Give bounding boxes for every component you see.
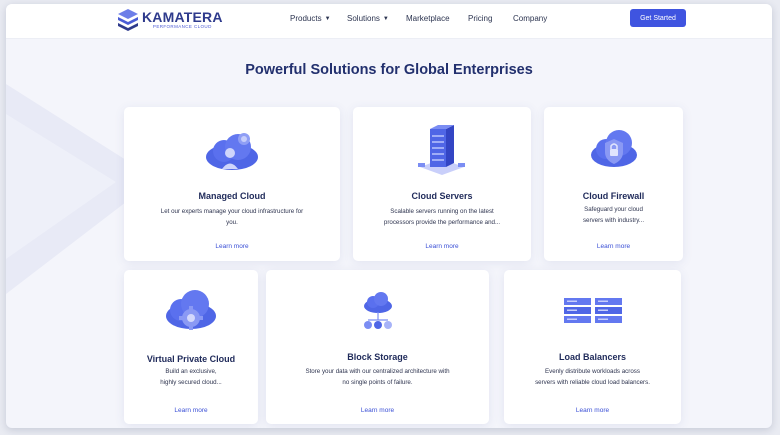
nav-products[interactable]: Products ▼ (290, 14, 331, 23)
card-description-line: servers with industry... (582, 216, 645, 224)
card-block-storage: Block Storage Store your data with our c… (266, 270, 489, 424)
kamatera-logo[interactable]: KAMATERA PERFORMANCE CLOUD (118, 9, 223, 31)
card-virtual-private-cloud: Virtual Private Cloud Build an exclusive… (124, 270, 258, 424)
learn-more-link[interactable]: Learn more (124, 243, 340, 250)
nav-solutions-label: Solutions (347, 14, 380, 23)
card-title: Virtual Private Cloud (146, 354, 236, 364)
card-description: Let our experts manage your cloud infras… (137, 207, 327, 228)
card-load-balancers: Load Balancers Evenly distribute workloa… (504, 270, 681, 424)
card-title: Cloud Firewall (582, 191, 645, 201)
card-title: Load Balancers (558, 352, 627, 362)
chevron-down-icon: ▼ (324, 15, 331, 22)
load-balancers-icon (563, 298, 622, 323)
get-started-button[interactable]: Get Started (630, 9, 686, 27)
site-header: KAMATERA PERFORMANCE CLOUD Products ▼ Sol… (6, 4, 772, 39)
block-storage-icon (363, 292, 392, 329)
nav-pricing[interactable]: Pricing (468, 14, 492, 23)
learn-more-link[interactable]: Learn more (544, 243, 683, 250)
card-description-line: Build an exclusive, (165, 368, 217, 375)
card-title: Cloud Servers (411, 191, 473, 201)
learn-more-link[interactable]: Learn more (266, 407, 489, 414)
card-description-line: Scalable servers running on the latest (390, 208, 494, 215)
card-managed-cloud: Managed Cloud Let our experts manage you… (124, 107, 340, 261)
card-description-line: Let our experts manage your cloud infras… (160, 208, 304, 215)
card-description-line: processors provide the performance and..… (383, 218, 501, 226)
managed-cloud-icon (206, 133, 258, 170)
card-description: Store your data with our centralized arc… (273, 367, 483, 388)
cloud-firewall-icon (590, 130, 637, 167)
browser-frame: KAMATERA PERFORMANCE CLOUD Products ▼ Sol… (6, 4, 772, 428)
nav-marketplace-label: Marketplace (406, 14, 450, 23)
card-description-line: you. (226, 218, 238, 226)
card-description-line: Safeguard your cloud (584, 206, 643, 213)
chevron-down-icon: ▼ (382, 15, 389, 22)
nav-pricing-label: Pricing (468, 14, 493, 23)
logo-name: KAMATERA (142, 9, 223, 26)
cloud-servers-icon (418, 125, 465, 175)
page-title: Powerful Solutions for Global Enterprise… (245, 62, 533, 78)
card-title: Block Storage (347, 352, 408, 362)
virtual-private-cloud-icon (166, 290, 216, 330)
card-description-line: Store your data with our centralized arc… (305, 368, 450, 375)
nav-company-label: Company (513, 14, 548, 23)
card-cloud-servers: Cloud Servers Scalable servers running o… (353, 107, 531, 261)
card-description-line: no single points of failure. (342, 378, 413, 386)
card-description: Build an exclusive, highly secured cloud… (128, 367, 254, 388)
card-description-line: servers with reliable cloud load balance… (535, 378, 650, 386)
kamatera-logo-icon (118, 9, 138, 31)
learn-more-link[interactable]: Learn more (124, 407, 258, 414)
learn-more-link[interactable]: Learn more (353, 243, 531, 250)
card-title: Managed Cloud (198, 191, 266, 201)
card-description-line: Evenly distribute workloads across (545, 368, 640, 375)
card-description: Evenly distribute workloads across serve… (508, 367, 678, 388)
nav-solutions[interactable]: Solutions ▼ (347, 14, 389, 23)
card-description: Safeguard your cloud servers with indust… (549, 205, 679, 226)
nav-products-label: Products (290, 14, 322, 23)
nav-marketplace[interactable]: Marketplace (406, 14, 450, 23)
card-description: Scalable servers running on the latest p… (357, 207, 527, 228)
card-cloud-firewall: Cloud Firewall Safeguard your cloud serv… (544, 107, 683, 261)
learn-more-link[interactable]: Learn more (504, 407, 681, 414)
nav-company[interactable]: Company (513, 14, 547, 23)
logo-tagline: PERFORMANCE CLOUD (152, 24, 212, 30)
card-description-line: highly secured cloud... (160, 378, 222, 386)
